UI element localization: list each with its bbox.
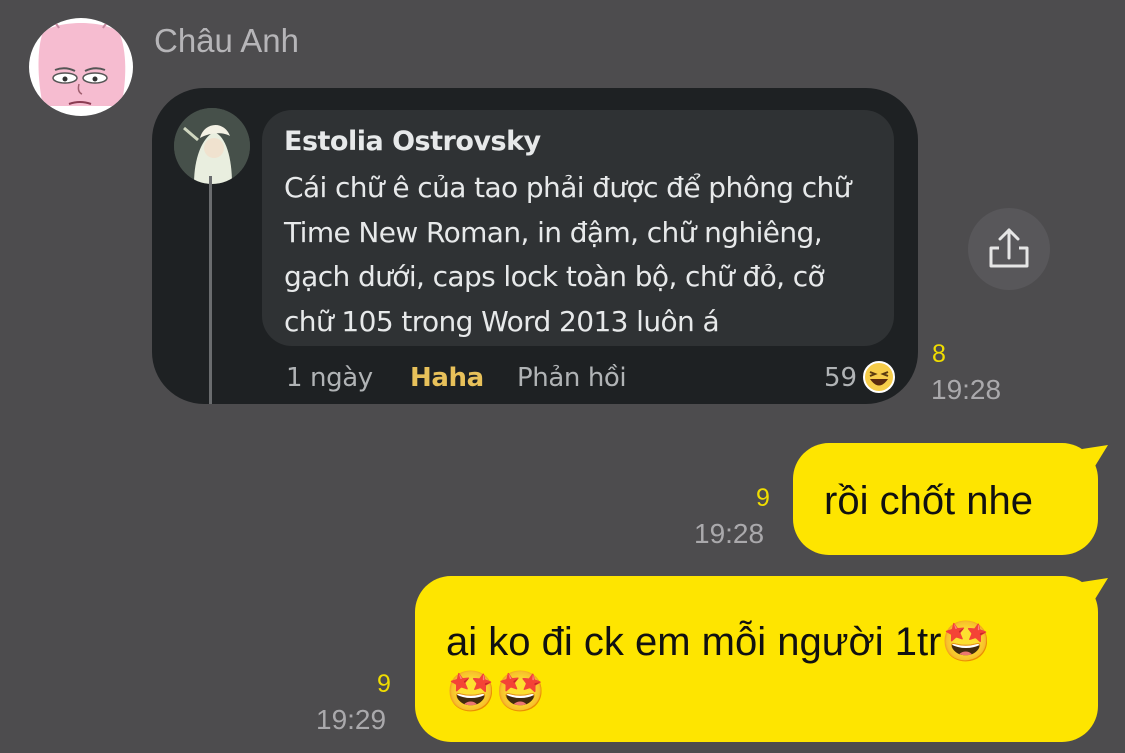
laughing-emoji-icon [862, 360, 896, 394]
comment-age: 1 ngày [286, 363, 373, 393]
message-text: ai ko đi ck em mỗi người 1tr🤩 [446, 620, 992, 664]
read-count: 9 [756, 484, 770, 512]
share-icon [989, 228, 1029, 268]
share-button[interactable] [968, 208, 1050, 290]
comment-box: Estolia Ostrovsky Cái chữ ê của tao phải… [262, 110, 894, 346]
read-count: 8 [932, 340, 946, 368]
comment-text: Cái chữ ê của tao phải được để phông chữ… [284, 166, 884, 344]
message-text: 🤩🤩 [446, 670, 546, 714]
reaction-count: 59 [824, 363, 858, 393]
comment-reply-label: Phản hồi [517, 363, 627, 393]
comment-line: Time New Roman, in đậm, chữ nghiêng, [284, 215, 823, 249]
anime-character-avatar-icon [174, 108, 250, 184]
thread-line [209, 176, 212, 404]
bubble-tail [1082, 445, 1108, 471]
comment-line: gạch dưới, caps lock toàn bộ, chữ đỏ, cỡ [284, 260, 825, 293]
shared-image[interactable]: Estolia Ostrovsky Cái chữ ê của tao phải… [152, 88, 918, 404]
commenter-avatar [174, 108, 250, 184]
outgoing-message-bubble[interactable]: rồi chốt nhe [793, 443, 1098, 555]
comment-line: chữ 105 trong Word 2013 luôn á [284, 304, 720, 338]
message-time: 19:28 [694, 518, 765, 549]
comment-line: Cái chữ ê của tao phải được để phông chữ [284, 171, 851, 204]
comment-author: Estolia Ostrovsky [284, 126, 541, 157]
bubble-tail [1082, 578, 1108, 604]
message-time: 19:28 [931, 374, 1002, 405]
outgoing-message-bubble[interactable]: ai ko đi ck em mỗi người 1tr🤩 🤩🤩 [415, 576, 1098, 742]
avatar[interactable] [29, 18, 133, 116]
message-time: 19:29 [316, 704, 387, 735]
message-text: rồi chốt nhe [824, 479, 1034, 523]
comment-reaction-label: Haha [410, 363, 484, 393]
pink-face-avatar-icon [38, 22, 126, 106]
read-count: 9 [377, 670, 391, 698]
sender-name: Châu Anh [154, 22, 299, 59]
